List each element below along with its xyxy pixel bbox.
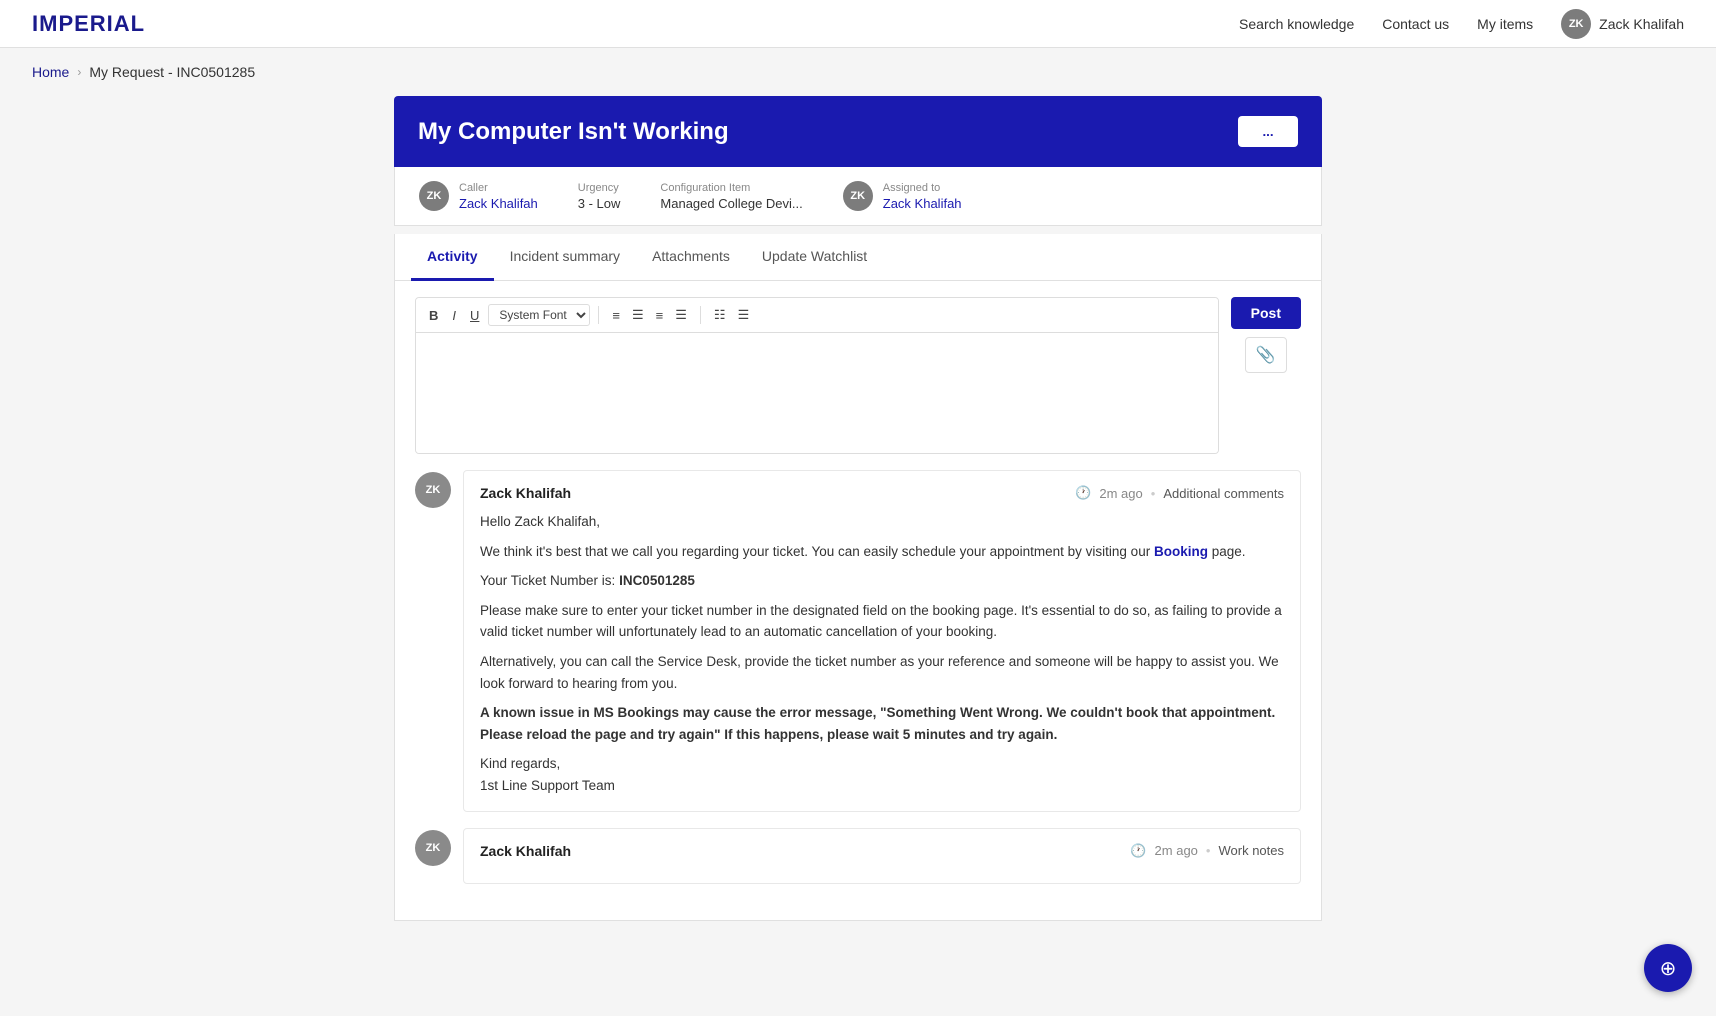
comment-type: Additional comments bbox=[1163, 486, 1284, 501]
tab-attachments[interactable]: Attachments bbox=[636, 234, 746, 281]
avatar: ZK bbox=[1561, 9, 1591, 39]
breadcrumb-current: My Request - INC0501285 bbox=[89, 64, 255, 80]
top-navigation: IMPERIAL Search knowledge Contact us My … bbox=[0, 0, 1716, 48]
comment-para4: Alternatively, you can call the Service … bbox=[480, 651, 1284, 694]
comment-entry: ZK Zack Khalifah 🕐 2m ago • Additional c… bbox=[415, 470, 1301, 812]
assigned-to-field: ZK Assigned to Zack Khalifah bbox=[843, 181, 962, 211]
font-select[interactable]: System Font bbox=[488, 304, 590, 326]
comment-author: Zack Khalifah bbox=[480, 485, 571, 501]
toolbar-separator bbox=[598, 306, 599, 324]
tabs-bar: Activity Incident summary Attachments Up… bbox=[395, 234, 1321, 281]
comment-avatar: ZK bbox=[415, 472, 451, 508]
logo: IMPERIAL bbox=[32, 11, 145, 37]
urgency-value: 3 - Low bbox=[578, 196, 621, 211]
align-buttons: ≡ ☰ ≡ ☰ bbox=[607, 304, 692, 326]
assigned-label: Assigned to bbox=[883, 182, 962, 194]
comment-meta: 🕐 2m ago • Additional comments bbox=[1075, 485, 1284, 501]
incident-title: My Computer Isn't Working bbox=[418, 118, 729, 146]
comments-section: ZK Zack Khalifah 🕐 2m ago • Additional c… bbox=[395, 470, 1321, 920]
user-name: Zack Khalifah bbox=[1599, 16, 1684, 32]
booking-link[interactable]: Booking bbox=[1154, 544, 1208, 559]
comment-para2: Your Ticket Number is: INC0501285 bbox=[480, 570, 1284, 592]
comment-avatar-2: ZK bbox=[415, 830, 451, 866]
meta-dot: • bbox=[1151, 486, 1156, 501]
editor-section: B I U System Font ≡ ☰ ≡ ☰ ☷ bbox=[395, 281, 1321, 470]
list-buttons: ☷ ☰ bbox=[709, 304, 754, 326]
fab-icon: ⊕ bbox=[1660, 956, 1677, 981]
caller-label: Caller bbox=[459, 182, 538, 194]
comment-para1: We think it's best that we call you rega… bbox=[480, 541, 1284, 563]
comment-meta-2: 🕐 2m ago • Work notes bbox=[1130, 843, 1284, 859]
bold-button[interactable]: B bbox=[424, 305, 443, 326]
config-item-field: Configuration Item Managed College Devi.… bbox=[660, 182, 802, 211]
align-justify-button[interactable]: ☰ bbox=[670, 304, 692, 326]
comment-team: 1st Line Support Team bbox=[480, 778, 615, 793]
caller-value: Zack Khalifah bbox=[459, 196, 538, 211]
clock-icon: 🕐 bbox=[1075, 485, 1091, 501]
comment-text: Hello Zack Khalifah, We think it's best … bbox=[480, 511, 1284, 797]
search-knowledge-link[interactable]: Search knowledge bbox=[1239, 16, 1354, 32]
editor-toolbar: B I U System Font ≡ ☰ ≡ ☰ ☷ bbox=[416, 298, 1218, 333]
comment-type-2: Work notes bbox=[1218, 843, 1284, 858]
comment-header-2: Zack Khalifah 🕐 2m ago • Work notes bbox=[480, 843, 1284, 859]
align-center-button[interactable]: ☰ bbox=[627, 304, 649, 326]
italic-button[interactable]: I bbox=[447, 305, 461, 326]
comment-body: Zack Khalifah 🕐 2m ago • Additional comm… bbox=[463, 470, 1301, 812]
comment-header: Zack Khalifah 🕐 2m ago • Additional comm… bbox=[480, 485, 1284, 501]
comment-para3: Please make sure to enter your ticket nu… bbox=[480, 600, 1284, 643]
post-button[interactable]: Post bbox=[1231, 297, 1301, 329]
fab-button[interactable]: ⊕ bbox=[1644, 944, 1692, 992]
assigned-value: Zack Khalifah bbox=[883, 196, 962, 211]
incident-header: My Computer Isn't Working ... bbox=[394, 96, 1322, 167]
urgency-label: Urgency bbox=[578, 182, 621, 194]
user-menu[interactable]: ZK Zack Khalifah bbox=[1561, 9, 1684, 39]
comment-author-2: Zack Khalifah bbox=[480, 843, 571, 859]
attach-button[interactable]: 📎 bbox=[1245, 337, 1287, 373]
metadata-row: ZK Caller Zack Khalifah Urgency 3 - Low … bbox=[394, 167, 1322, 226]
urgency-field: Urgency 3 - Low bbox=[578, 182, 621, 211]
nav-right: Search knowledge Contact us My items ZK … bbox=[1239, 9, 1684, 39]
ordered-list-button[interactable]: ☰ bbox=[733, 304, 755, 326]
breadcrumb: Home › My Request - INC0501285 bbox=[0, 48, 1716, 96]
caller-avatar: ZK bbox=[419, 181, 449, 211]
comment-greeting: Hello Zack Khalifah, bbox=[480, 511, 1284, 533]
ticket-number: INC0501285 bbox=[619, 573, 695, 588]
comment-body-2: Zack Khalifah 🕐 2m ago • Work notes bbox=[463, 828, 1301, 884]
toolbar-separator-2 bbox=[700, 306, 701, 324]
breadcrumb-separator: › bbox=[77, 65, 81, 79]
meta-dot-2: • bbox=[1206, 843, 1211, 858]
tabs-container: Activity Incident summary Attachments Up… bbox=[394, 234, 1322, 921]
assigned-avatar: ZK bbox=[843, 181, 873, 211]
align-right-button[interactable]: ≡ bbox=[651, 304, 669, 326]
config-label: Configuration Item bbox=[660, 182, 802, 194]
align-left-button[interactable]: ≡ bbox=[607, 304, 625, 326]
incident-action-button[interactable]: ... bbox=[1238, 116, 1298, 147]
editor-actions: Post 📎 bbox=[1231, 297, 1301, 454]
caller-field: ZK Caller Zack Khalifah bbox=[419, 181, 538, 211]
comment-entry-2: ZK Zack Khalifah 🕐 2m ago • Work notes bbox=[415, 828, 1301, 884]
my-items-link[interactable]: My items bbox=[1477, 16, 1533, 32]
contact-us-link[interactable]: Contact us bbox=[1382, 16, 1449, 32]
editor-wrapper: B I U System Font ≡ ☰ ≡ ☰ ☷ bbox=[415, 297, 1219, 454]
comment-signoff: Kind regards,1st Line Support Team bbox=[480, 753, 1284, 796]
tab-incident-summary[interactable]: Incident summary bbox=[494, 234, 636, 281]
comment-warning: A known issue in MS Bookings may cause t… bbox=[480, 702, 1284, 745]
underline-button[interactable]: U bbox=[465, 305, 484, 326]
clock-icon-2: 🕐 bbox=[1130, 843, 1146, 859]
editor-body[interactable] bbox=[416, 333, 1218, 453]
comment-time: 2m ago bbox=[1099, 486, 1142, 501]
config-value: Managed College Devi... bbox=[660, 196, 802, 211]
paperclip-icon: 📎 bbox=[1256, 347, 1276, 364]
tab-update-watchlist[interactable]: Update Watchlist bbox=[746, 234, 883, 281]
tab-activity[interactable]: Activity bbox=[411, 234, 494, 281]
comment-time-2: 2m ago bbox=[1155, 843, 1198, 858]
unordered-list-button[interactable]: ☷ bbox=[709, 304, 731, 326]
breadcrumb-home[interactable]: Home bbox=[32, 64, 69, 80]
